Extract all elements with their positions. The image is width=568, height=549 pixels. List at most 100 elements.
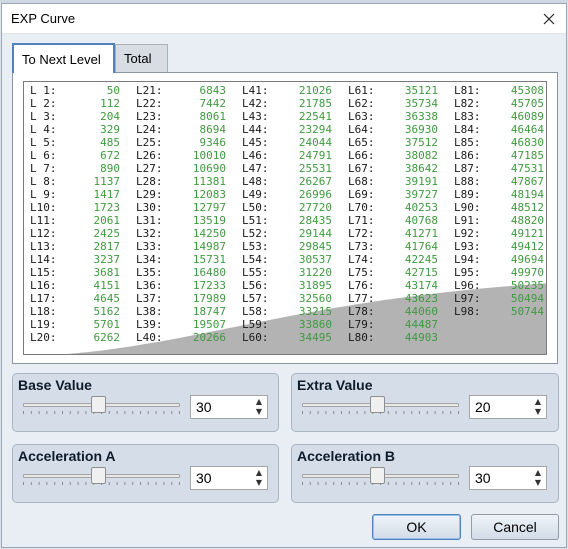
- level-row: L82: 45705: [454, 97, 544, 110]
- level-row: L 5: 485: [30, 136, 120, 149]
- level-exp-value: 44060: [404, 305, 438, 318]
- level-row: L33: 14987: [136, 240, 226, 253]
- acceleration-a-slider[interactable]: [19, 465, 184, 487]
- level-row: L12: 2425: [30, 227, 120, 240]
- level-label: L34:: [136, 253, 163, 266]
- level-label: L19:: [30, 318, 57, 331]
- level-exp-value: 2425: [93, 227, 121, 240]
- tab-total[interactable]: Total: [115, 44, 168, 72]
- slider-thumb[interactable]: [370, 467, 386, 484]
- slider-thumb[interactable]: [91, 467, 107, 484]
- level-exp-value: 45705: [510, 97, 544, 110]
- level-exp-value: 329: [100, 123, 120, 136]
- level-exp-value: 21785: [298, 97, 332, 110]
- spin-up-icon[interactable]: ▲: [532, 397, 544, 407]
- level-row: L 8: 1137: [30, 175, 120, 188]
- title-bar: EXP Curve: [2, 4, 566, 34]
- level-exp-value: 24791: [298, 149, 332, 162]
- level-exp-value: 46089: [510, 110, 544, 123]
- level-row: L91: 48820: [454, 214, 544, 227]
- spin-down-icon[interactable]: ▼: [532, 478, 544, 488]
- level-label: L30:: [136, 201, 163, 214]
- level-exp-value: 3681: [93, 266, 121, 279]
- level-row: L48: 26267: [242, 175, 332, 188]
- extra-value-spinbox[interactable]: 20 ▲ ▼: [469, 395, 547, 419]
- spinbox-value: 30: [475, 470, 491, 486]
- level-row: L16: 4151: [30, 279, 120, 292]
- level-row: L34: 15731: [136, 253, 226, 266]
- base-value-spinbox[interactable]: 30 ▲ ▼: [190, 395, 268, 419]
- level-row: L19: 5701: [30, 318, 120, 331]
- level-exp-value: 47531: [510, 162, 544, 175]
- level-exp-value: 2061: [93, 214, 121, 227]
- level-exp-value: 26996: [298, 188, 332, 201]
- level-row: L95: 49970: [454, 266, 544, 279]
- level-exp-value: 10010: [192, 149, 226, 162]
- level-exp-value: 46830: [510, 136, 544, 149]
- level-label: L54:: [242, 253, 269, 266]
- level-label: L49:: [242, 188, 269, 201]
- level-label: L11:: [30, 214, 57, 227]
- level-row: L52: 29144: [242, 227, 332, 240]
- extra-value-slider[interactable]: [298, 394, 463, 416]
- spin-up-icon[interactable]: ▲: [253, 468, 265, 478]
- level-row: L32: 14250: [136, 227, 226, 240]
- level-row: L74: 42245: [348, 253, 438, 266]
- level-row: L69: 39727: [348, 188, 438, 201]
- level-row: L45: 24044: [242, 136, 332, 149]
- level-row: L53: 29845: [242, 240, 332, 253]
- level-label: L94:: [454, 253, 481, 266]
- close-button[interactable]: [538, 8, 560, 30]
- level-exp-value: 24044: [298, 136, 332, 149]
- level-label: L43:: [242, 110, 269, 123]
- level-row: L37: 17989: [136, 292, 226, 305]
- level-row: L31: 13519: [136, 214, 226, 227]
- acceleration-b-spinbox[interactable]: 30 ▲ ▼: [469, 466, 547, 490]
- level-exp-value: 12083: [192, 188, 226, 201]
- level-exp-value: 50744: [510, 305, 544, 318]
- spin-up-icon[interactable]: ▲: [253, 397, 265, 407]
- level-row: L51: 28435: [242, 214, 332, 227]
- level-exp-value: 42715: [404, 266, 438, 279]
- level-label: L78:: [348, 305, 375, 318]
- base-value-slider[interactable]: [19, 394, 184, 416]
- level-label: L46:: [242, 149, 269, 162]
- level-row: L 1: 50: [30, 84, 120, 97]
- acceleration-a-group: Acceleration A 30 ▲ ▼: [12, 444, 279, 503]
- level-exp-value: 49694: [510, 253, 544, 266]
- level-label: L67:: [348, 162, 375, 175]
- level-row: L96: 50235: [454, 279, 544, 292]
- acceleration-b-group: Acceleration B 30 ▲ ▼: [291, 444, 559, 503]
- level-label: L59:: [242, 318, 269, 331]
- cancel-button[interactable]: Cancel: [471, 514, 559, 540]
- level-label: L96:: [454, 279, 481, 292]
- level-label: L48:: [242, 175, 269, 188]
- level-label: L12:: [30, 227, 57, 240]
- level-exp-value: 36338: [404, 110, 438, 123]
- level-label: L50:: [242, 201, 269, 214]
- level-row: L71: 40768: [348, 214, 438, 227]
- level-exp-value: 39191: [404, 175, 438, 188]
- level-row: L14: 3237: [30, 253, 120, 266]
- slider-thumb[interactable]: [91, 396, 107, 413]
- level-label: L33:: [136, 240, 163, 253]
- level-label: L52:: [242, 227, 269, 240]
- acceleration-a-spinbox[interactable]: 30 ▲ ▼: [190, 466, 268, 490]
- level-label: L35:: [136, 266, 163, 279]
- slider-thumb[interactable]: [370, 396, 386, 413]
- spin-down-icon[interactable]: ▼: [253, 478, 265, 488]
- tab-to-next-level[interactable]: To Next Level: [12, 43, 115, 73]
- level-label: L29:: [136, 188, 163, 201]
- level-label: L55:: [242, 266, 269, 279]
- level-label: L14:: [30, 253, 57, 266]
- spin-up-icon[interactable]: ▲: [532, 468, 544, 478]
- ok-button[interactable]: OK: [372, 514, 461, 540]
- spin-down-icon[interactable]: ▼: [532, 407, 544, 417]
- level-label: L57:: [242, 292, 269, 305]
- level-row: L42: 21785: [242, 97, 332, 110]
- level-exp-value: 35121: [404, 84, 438, 97]
- acceleration-b-slider[interactable]: [298, 465, 463, 487]
- level-label: L88:: [454, 175, 481, 188]
- spin-down-icon[interactable]: ▼: [253, 407, 265, 417]
- level-label: L89:: [454, 188, 481, 201]
